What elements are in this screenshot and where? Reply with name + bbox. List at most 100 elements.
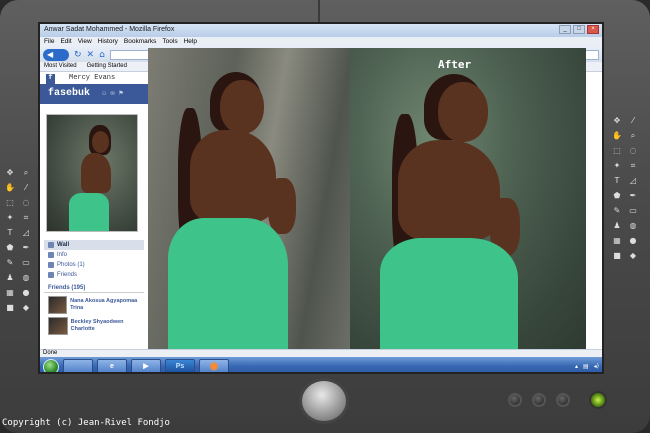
profile-photo[interactable] (46, 114, 138, 232)
blur-tool-icon[interactable]: ◍ (20, 273, 32, 283)
header-icons[interactable]: ⚇ ✉ ⚑ (102, 90, 123, 98)
menu-bookmarks[interactable]: Bookmarks (124, 38, 157, 46)
gradient-tool-icon[interactable]: ▦ (611, 236, 623, 246)
friends-header[interactable]: Friends (195) (44, 284, 144, 293)
move-tool-icon[interactable]: ✥ (4, 168, 16, 178)
tray-network-icon[interactable]: ▤ (583, 363, 589, 370)
facebook-logo[interactable]: fasebuk (48, 88, 90, 99)
wand-tool-icon[interactable]: ✦ (4, 213, 16, 223)
bezel-seam (318, 0, 320, 22)
pen-tool-icon[interactable]: ✒ (20, 243, 32, 253)
before-dress (168, 218, 288, 352)
bookmark-getting-started[interactable]: Getting Started (87, 63, 127, 70)
zoom-tool-icon[interactable]: ⌕ (20, 168, 32, 178)
move-tool-icon[interactable]: ✥ (611, 116, 623, 126)
home-icon[interactable]: ⌂ (99, 50, 105, 60)
eraser-tool-icon[interactable]: ▭ (627, 206, 639, 216)
close-button[interactable]: × (587, 25, 599, 34)
zoom-tool-icon[interactable]: ⌕ (627, 131, 639, 141)
link-friends[interactable]: Friends (44, 270, 144, 280)
friend-name[interactable]: Nana Akosua Agyapomaa Trina (70, 298, 140, 312)
lasso-tool-icon[interactable]: ◌ (20, 198, 32, 208)
link-wall[interactable]: Wall (44, 240, 144, 250)
crop-tool-icon[interactable]: ⌗ (627, 161, 639, 171)
facebook-page: f Mercy Evans fasebuk ⚇ ✉ ⚑ Wall Info Ph… (40, 72, 148, 350)
menu-tools[interactable]: Tools (162, 38, 177, 46)
after-dress (380, 238, 518, 352)
friend-avatar[interactable] (48, 317, 68, 335)
taskbar-photoshop-icon[interactable]: Ps (165, 359, 195, 372)
before-face (220, 80, 264, 134)
shape-tool-icon[interactable]: ⬟ (611, 191, 623, 201)
stamp-tool-icon[interactable]: ♟ (4, 273, 16, 283)
pen-tool-icon[interactable]: ✒ (627, 191, 639, 201)
marquee-tool-icon[interactable]: ⬚ (611, 146, 623, 156)
wand-tool-icon[interactable]: ✦ (611, 161, 623, 171)
profile-dress (69, 193, 109, 231)
menu-file[interactable]: File (44, 38, 54, 46)
hand-tool-icon[interactable]: ✋ (611, 131, 623, 141)
crop-tool-icon[interactable]: ⌗ (20, 213, 32, 223)
facebook-tab[interactable]: f Mercy Evans (40, 72, 148, 84)
marquee-tool-icon[interactable]: ⬚ (4, 198, 16, 208)
stop-icon[interactable]: ✕ (87, 50, 95, 60)
menu-bar: File Edit View History Bookmarks Tools H… (40, 37, 602, 47)
friend-name[interactable]: Beckley Shyaodwen Charlotte (71, 319, 140, 333)
swatch-tool-icon[interactable]: ■ (611, 251, 623, 261)
taskbar-media-icon[interactable]: ▶ (131, 359, 161, 372)
shape-tool-icon[interactable]: ⬟ (4, 243, 16, 253)
bucket-tool-icon[interactable]: ◆ (627, 251, 639, 261)
brush-tool-icon[interactable]: ✎ (611, 206, 623, 216)
tray-volume-icon[interactable]: ◂) (594, 363, 599, 370)
gradient-tool-icon[interactable]: ▦ (4, 288, 16, 298)
taskbar-firefox-icon[interactable]: ◉ (199, 359, 229, 372)
monitor-button-2[interactable] (532, 393, 546, 407)
profile-shoulders (81, 153, 111, 193)
reload-icon[interactable]: ↻ (74, 50, 82, 60)
link-photos[interactable]: Photos (1) (44, 260, 144, 270)
menu-view[interactable]: View (78, 38, 92, 46)
menu-help[interactable]: Help (184, 38, 197, 46)
menu-edit[interactable]: Edit (60, 38, 71, 46)
swatch-tool-icon[interactable]: ■ (4, 303, 16, 313)
taskbar-ie-icon[interactable]: e (97, 359, 127, 372)
stamp-tool-icon[interactable]: ♟ (611, 221, 623, 231)
slice-tool-icon[interactable]: ◿ (20, 228, 32, 238)
monitor-button-3[interactable] (556, 393, 570, 407)
bookmark-most-visited[interactable]: Most Visited (44, 63, 77, 70)
friend-avatar[interactable] (48, 296, 68, 314)
blur-tool-icon[interactable]: ◍ (627, 221, 639, 231)
type-tool-icon[interactable]: T (611, 176, 623, 186)
friend-item[interactable]: Beckley Shyaodwen Charlotte (44, 314, 144, 335)
info-icon (48, 252, 54, 258)
monitor-center-knob[interactable] (302, 381, 346, 421)
lasso-tool-icon[interactable]: ◌ (627, 146, 639, 156)
wall-icon (48, 242, 54, 248)
dodge-tool-icon[interactable]: ● (20, 288, 32, 298)
minimize-button[interactable]: _ (559, 25, 571, 34)
eraser-tool-icon[interactable]: ▭ (20, 258, 32, 268)
friend-item[interactable]: Nana Akosua Agyapomaa Trina (44, 293, 144, 314)
tray-arrow-icon[interactable]: ▴ (575, 363, 578, 370)
bucket-tool-icon[interactable]: ◆ (20, 303, 32, 313)
power-button[interactable] (589, 391, 607, 409)
slice-tool-icon[interactable]: ◿ (627, 176, 639, 186)
start-button[interactable] (43, 358, 59, 372)
profile-links: Wall Info Photos (1) Friends (44, 240, 144, 280)
hand-tool-icon[interactable]: ✋ (4, 183, 16, 193)
eyedropper-tool-icon[interactable]: ⁄ (20, 183, 32, 193)
facebook-f-icon: f (46, 74, 55, 84)
dodge-tool-icon[interactable]: ● (627, 236, 639, 246)
eyedropper-tool-icon[interactable]: ⁄ (627, 116, 639, 126)
menu-history[interactable]: History (98, 38, 118, 46)
link-info[interactable]: Info (44, 250, 144, 260)
copyright-text: Copyright (c) Jean-Rivel Fondjo (2, 418, 170, 428)
back-button[interactable]: ◀ (43, 48, 69, 61)
brush-tool-icon[interactable]: ✎ (4, 258, 16, 268)
maximize-button[interactable]: □ (573, 25, 585, 34)
type-tool-icon[interactable]: T (4, 228, 16, 238)
monitor-button-1[interactable] (508, 393, 522, 407)
after-photo (350, 48, 586, 352)
after-label: After (438, 58, 472, 71)
taskbar-folder-icon[interactable] (63, 359, 93, 372)
